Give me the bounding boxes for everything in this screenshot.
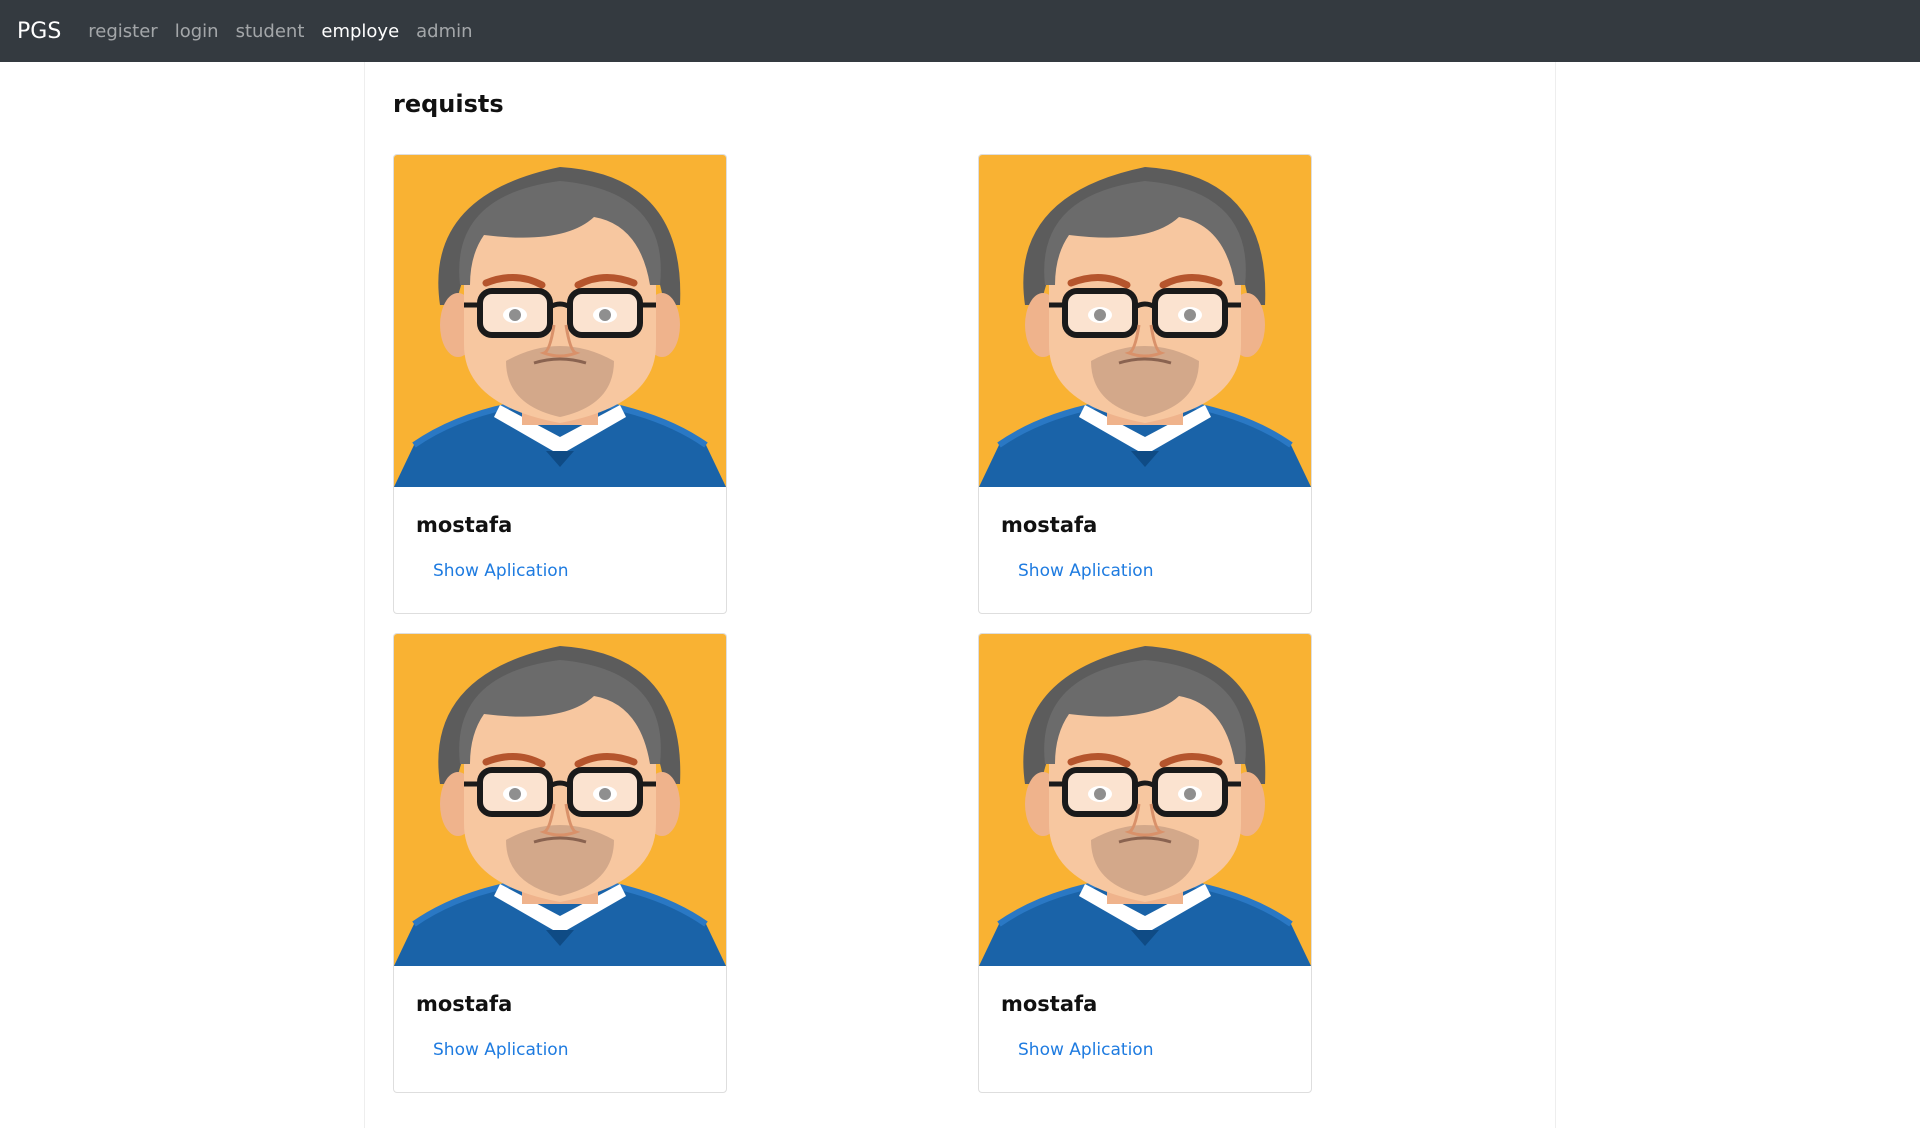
request-card: mostafa Show Aplication (978, 633, 1312, 1093)
show-application-link[interactable]: Show Aplication (1018, 1040, 1153, 1060)
card-name: mostafa (416, 513, 513, 537)
nav-link-student[interactable]: student (236, 21, 305, 42)
avatar-image (979, 634, 1311, 966)
show-application-link[interactable]: Show Aplication (433, 561, 568, 581)
main-container: requists mostafa Show Aplication mostafa… (364, 62, 1556, 1128)
nav-link-admin[interactable]: admin (416, 21, 472, 42)
avatar-image (394, 634, 726, 966)
show-application-link[interactable]: Show Aplication (433, 1040, 568, 1060)
avatar-image (979, 155, 1311, 487)
nav-link-login[interactable]: login (175, 21, 219, 42)
card-name: mostafa (1001, 992, 1098, 1016)
top-navbar: PGS register login student employe admin (0, 0, 1920, 62)
page-title: requists (393, 90, 504, 118)
nav-link-employe[interactable]: employe (321, 21, 399, 42)
brand-logo[interactable]: PGS (17, 19, 61, 44)
request-card: mostafa Show Aplication (978, 154, 1312, 614)
nav-link-register[interactable]: register (88, 21, 157, 42)
card-name: mostafa (416, 992, 513, 1016)
card-name: mostafa (1001, 513, 1098, 537)
request-card: mostafa Show Aplication (393, 633, 727, 1093)
show-application-link[interactable]: Show Aplication (1018, 561, 1153, 581)
request-card: mostafa Show Aplication (393, 154, 727, 614)
avatar-image (394, 155, 726, 487)
